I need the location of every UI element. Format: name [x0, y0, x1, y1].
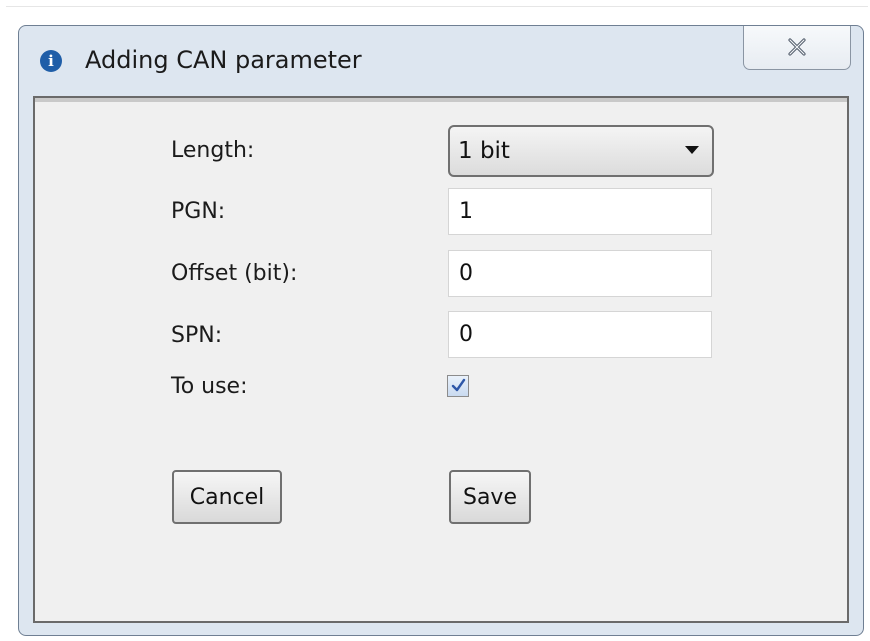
cancel-button[interactable]: Cancel — [172, 470, 282, 524]
pgn-value: 1 — [459, 199, 473, 224]
length-label: Length: — [171, 138, 255, 163]
length-value: 1 bit — [458, 138, 510, 164]
pgn-input[interactable]: 1 — [448, 188, 712, 235]
screen: i Adding CAN parameter Length: 1 bit PGN… — [0, 0, 870, 641]
checkmark-icon — [451, 378, 466, 392]
background-divider — [6, 6, 868, 7]
content-top-shadow — [35, 98, 847, 102]
title-bar[interactable]: i Adding CAN parameter — [19, 26, 863, 94]
to-use-checkbox[interactable] — [447, 375, 469, 397]
spn-value: 0 — [459, 322, 473, 347]
dropdown-arrow-icon — [685, 146, 699, 154]
dialog-title: Adding CAN parameter — [85, 46, 362, 74]
spn-input[interactable]: 0 — [448, 311, 712, 358]
offset-input[interactable]: 0 — [448, 250, 712, 297]
close-icon — [788, 38, 806, 56]
to-use-label: To use: — [171, 374, 248, 399]
pgn-label: PGN: — [171, 199, 226, 224]
dialog-content: Length: 1 bit PGN: 1 Offset (bit): 0 SPN… — [33, 96, 849, 623]
dialog-window: i Adding CAN parameter Length: 1 bit PGN… — [18, 25, 864, 636]
save-button[interactable]: Save — [449, 470, 531, 524]
offset-value: 0 — [459, 261, 473, 286]
close-button[interactable] — [743, 26, 851, 70]
offset-label: Offset (bit): — [171, 261, 298, 286]
info-icon: i — [40, 50, 62, 72]
spn-label: SPN: — [171, 323, 223, 348]
length-dropdown[interactable]: 1 bit — [448, 125, 714, 177]
